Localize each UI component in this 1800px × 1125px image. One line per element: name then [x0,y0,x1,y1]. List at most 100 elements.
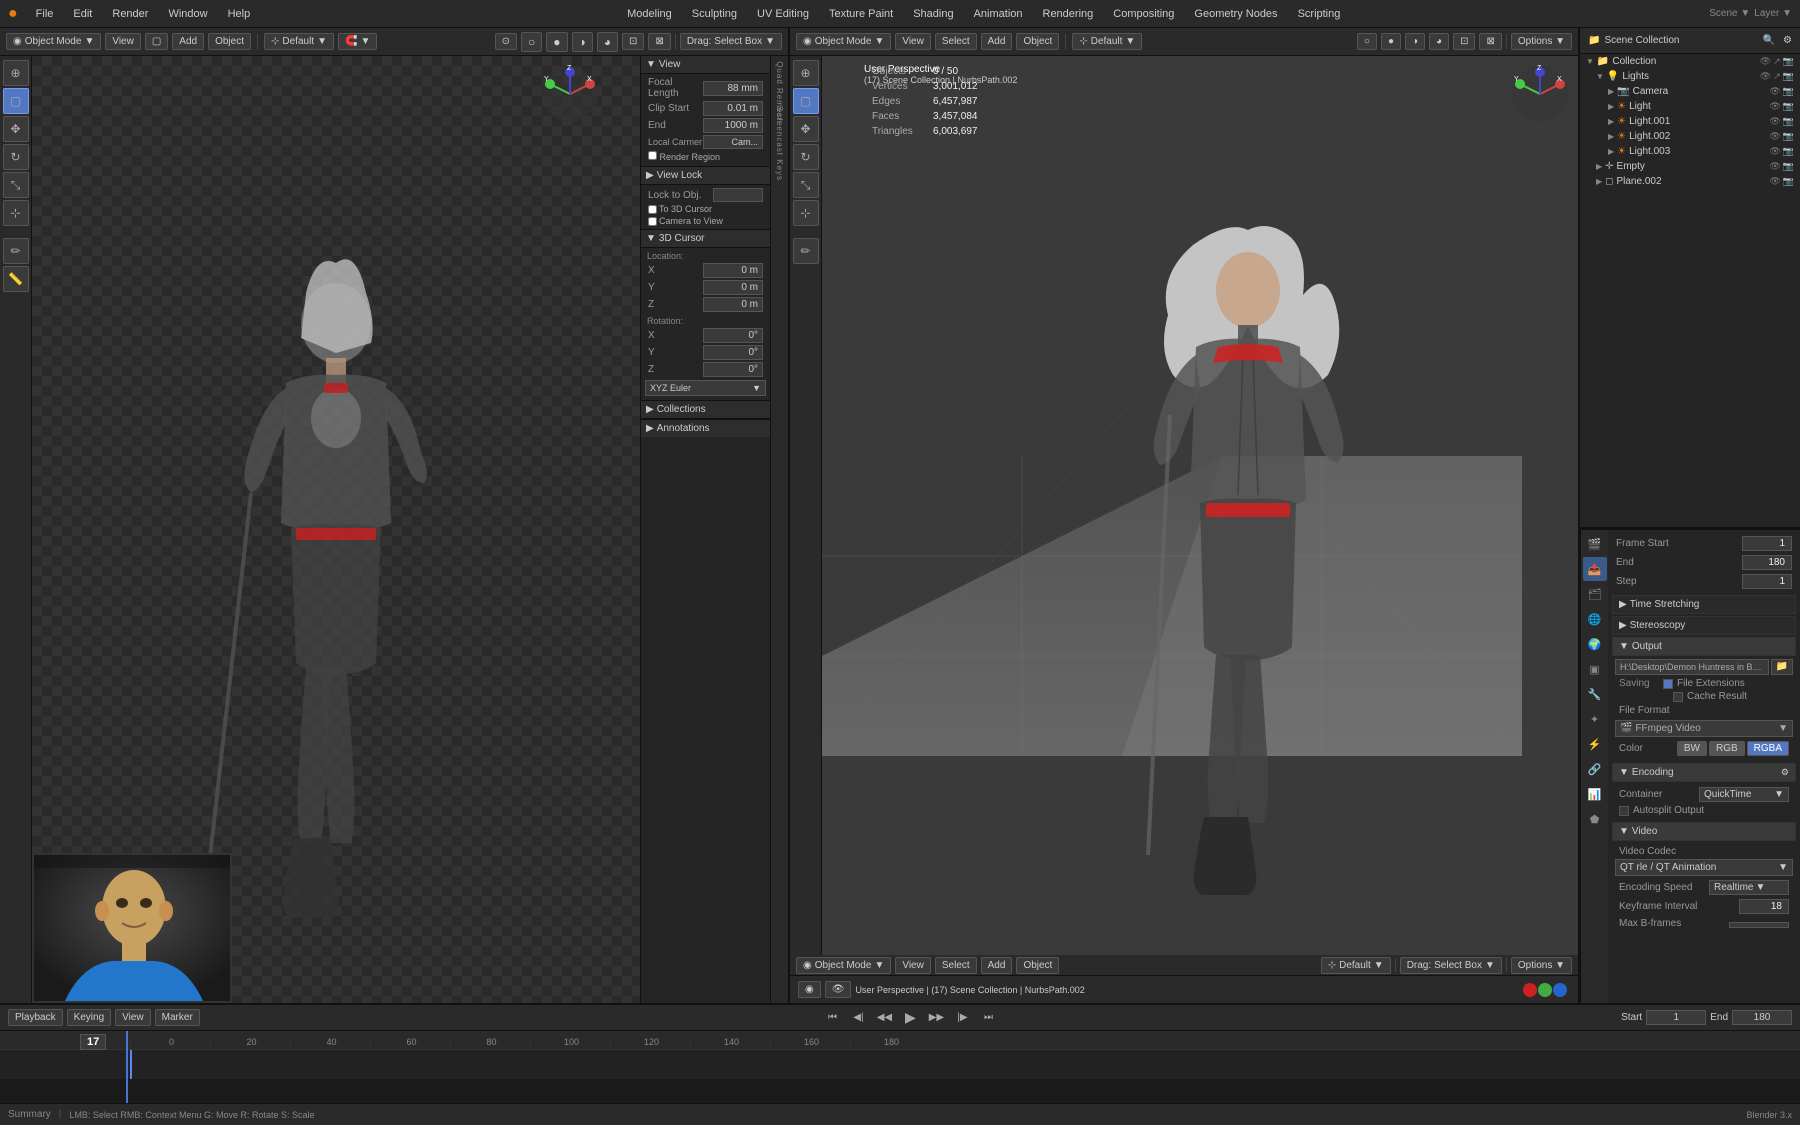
particles-icon[interactable]: ✦ [1583,707,1607,731]
plane002-vis-icon[interactable]: 👁 [1769,176,1780,187]
rotation-mode-dropdown[interactable]: XYZ Euler▼ [645,380,766,396]
right-bottom-mode-btn[interactable]: ◉ [798,981,821,998]
world-props-icon[interactable]: 🌍 [1583,632,1607,656]
start-frame-field[interactable]: 1 [1646,1010,1706,1025]
workspace-sculpting[interactable]: Sculpting [684,6,745,22]
lights-vis-icon[interactable]: 👁 [1760,71,1771,82]
outliner-item-collection[interactable]: ▼ 📁 Collection 👁 ↗ 📷 [1580,54,1800,69]
color-rgb-btn[interactable]: RGB [1709,741,1745,756]
encoding-section-header[interactable]: ▼ Encoding ⚙ [1612,763,1796,782]
file-extensions-checkbox[interactable] [1663,679,1673,689]
empty-render-icon[interactable]: 📷 [1783,161,1794,172]
right-add-menu[interactable]: Add [981,33,1013,50]
right-xray[interactable]: ⊠ [1479,33,1501,50]
right-nav-gizmo[interactable]: X Y Z [1510,64,1570,127]
lights-render-icon[interactable]: 📷 [1783,71,1794,82]
color-rgba-btn[interactable]: RGBA [1747,741,1789,756]
proportional-edit[interactable]: ⊙ [495,33,517,50]
jump-end-btn[interactable]: ⏭ [977,1007,999,1029]
right-object-menu[interactable]: Object [1016,33,1059,50]
workspace-compositing[interactable]: Compositing [1105,6,1182,22]
workspace-animation[interactable]: Animation [966,6,1031,22]
max-b-frames-slider[interactable] [1729,922,1789,928]
scale-tool[interactable]: ⤡ [3,172,29,198]
right-bottom-view[interactable]: View [895,957,931,974]
workspace-modeling[interactable]: Modeling [619,6,680,22]
drag-mode-dropdown[interactable]: Drag: Select Box▼ [680,33,782,50]
autosplit-checkbox[interactable] [1619,806,1629,816]
right-scale-tool[interactable]: ⤡ [793,172,819,198]
xray-btn[interactable]: ⊠ [648,33,670,50]
right-bottom-object[interactable]: Object [1016,957,1059,974]
outliner-item-light[interactable]: ▶ ☀ Light 👁 📷 [1580,99,1800,114]
menu-file[interactable]: File [28,6,62,22]
cache-result-checkbox[interactable] [1673,692,1683,702]
right-view-menu[interactable]: View [895,33,931,50]
overlay-btn[interactable]: ⊡ [622,33,644,50]
time-stretching-header[interactable]: ▶ Time Stretching [1612,595,1796,614]
nav-gizmo[interactable]: X Y Z [540,64,600,124]
outliner-item-plane002[interactable]: ▶ ◻ Plane.002 👁 📷 [1580,174,1800,189]
right-overlay[interactable]: ⊡ [1453,33,1475,50]
light002-render-icon[interactable]: 📷 [1783,131,1794,142]
outliner-item-camera[interactable]: ▶ 📷 Camera 👁 📷 [1580,84,1800,99]
collection-vis-icon[interactable]: 👁 [1760,56,1771,67]
scene-props-icon[interactable]: 🌐 [1583,607,1607,631]
stereoscopy-header[interactable]: ▶ Stereoscopy [1612,616,1796,635]
collection-select-icon[interactable]: ↗ [1773,56,1781,67]
object-mode-dropdown[interactable]: ◉ Object Mode ▼ [6,33,101,50]
lock-to-3d-cursor-checkbox[interactable] [648,205,657,214]
right-shading-material[interactable]: ◑ [1405,33,1425,50]
cursor-tool[interactable]: ⊕ [3,60,29,86]
view-layer-icon[interactable]: 🗂 [1583,582,1607,606]
transform-tool[interactable]: ⊹ [3,200,29,226]
video-section-header[interactable]: ▼ Video [1612,822,1796,841]
material-icon[interactable]: ⬟ [1583,807,1607,831]
playback-menu[interactable]: Playback [8,1009,63,1026]
container-dropdown[interactable]: QuickTime ▼ [1699,787,1789,802]
light003-render-icon[interactable]: 📷 [1783,146,1794,157]
right-shading-wire[interactable]: ○ [1357,33,1377,50]
right-bottom-orientation[interactable]: ⊹ Default ▼ [1321,957,1391,974]
cursor-section-header[interactable]: ▼ 3D Cursor [641,229,770,248]
lock-obj-field[interactable] [713,188,763,202]
timeline-view-menu[interactable]: View [115,1009,151,1026]
workspace-geometry-nodes[interactable]: Geometry Nodes [1186,6,1285,22]
outliner-item-light002[interactable]: ▶ ☀ Light.002 👁 📷 [1580,129,1800,144]
light001-vis-icon[interactable]: 👁 [1769,116,1780,127]
right-annotate-tool[interactable]: ✏ [793,238,819,264]
camera-to-view-checkbox[interactable] [648,217,657,226]
render-region-checkbox[interactable] [648,151,657,160]
scene-selector[interactable]: Scene ▼ [1709,8,1750,19]
object-menu[interactable]: Object [208,33,251,50]
light003-vis-icon[interactable]: 👁 [1769,146,1780,157]
light002-vis-icon[interactable]: 👁 [1769,131,1780,142]
collection-render-icon[interactable]: 📷 [1783,56,1794,67]
right-drag-mode[interactable]: Options ▼ [1511,33,1572,50]
right-bottom-options[interactable]: Options ▼ [1511,957,1572,974]
annotate-tool[interactable]: ✏ [3,238,29,264]
right-bottom-object-mode[interactable]: ◉ Object Mode ▼ [796,957,891,974]
right-bottom-select[interactable]: Select [935,957,977,974]
workspace-uv-editing[interactable]: UV Editing [749,6,817,22]
marker-menu[interactable]: Marker [155,1009,200,1026]
modifier-props-icon[interactable]: 🔧 [1583,682,1607,706]
shading-solid-btn[interactable]: ● [546,32,567,52]
view-menu[interactable]: View [105,33,141,50]
color-bw-btn[interactable]: BW [1677,741,1707,756]
right-object-mode-dropdown[interactable]: ◉ Object Mode ▼ [796,33,891,50]
keying-menu[interactable]: Keying [67,1009,112,1026]
collections-section-header[interactable]: ▶ Collections [641,400,770,419]
view-section-header[interactable]: ▼ View [641,56,770,74]
output-section-header[interactable]: ▼ Output [1612,637,1796,656]
outliner-search-btn[interactable]: 🔍 [1763,35,1775,46]
empty-vis-icon[interactable]: 👁 [1769,161,1780,172]
view-lock-header[interactable]: ▶ View Lock [641,166,770,185]
menu-render[interactable]: Render [104,6,156,22]
select-tool[interactable]: ▢ [3,88,29,114]
snap-dropdown[interactable]: 🧲 ▼ [338,33,377,50]
move-tool[interactable]: ✥ [3,116,29,142]
next-keyframe-btn[interactable]: |▶ [951,1007,973,1029]
rotate-tool[interactable]: ↻ [3,144,29,170]
video-codec-dropdown[interactable]: QT rle / QT Animation ▼ [1615,859,1793,876]
